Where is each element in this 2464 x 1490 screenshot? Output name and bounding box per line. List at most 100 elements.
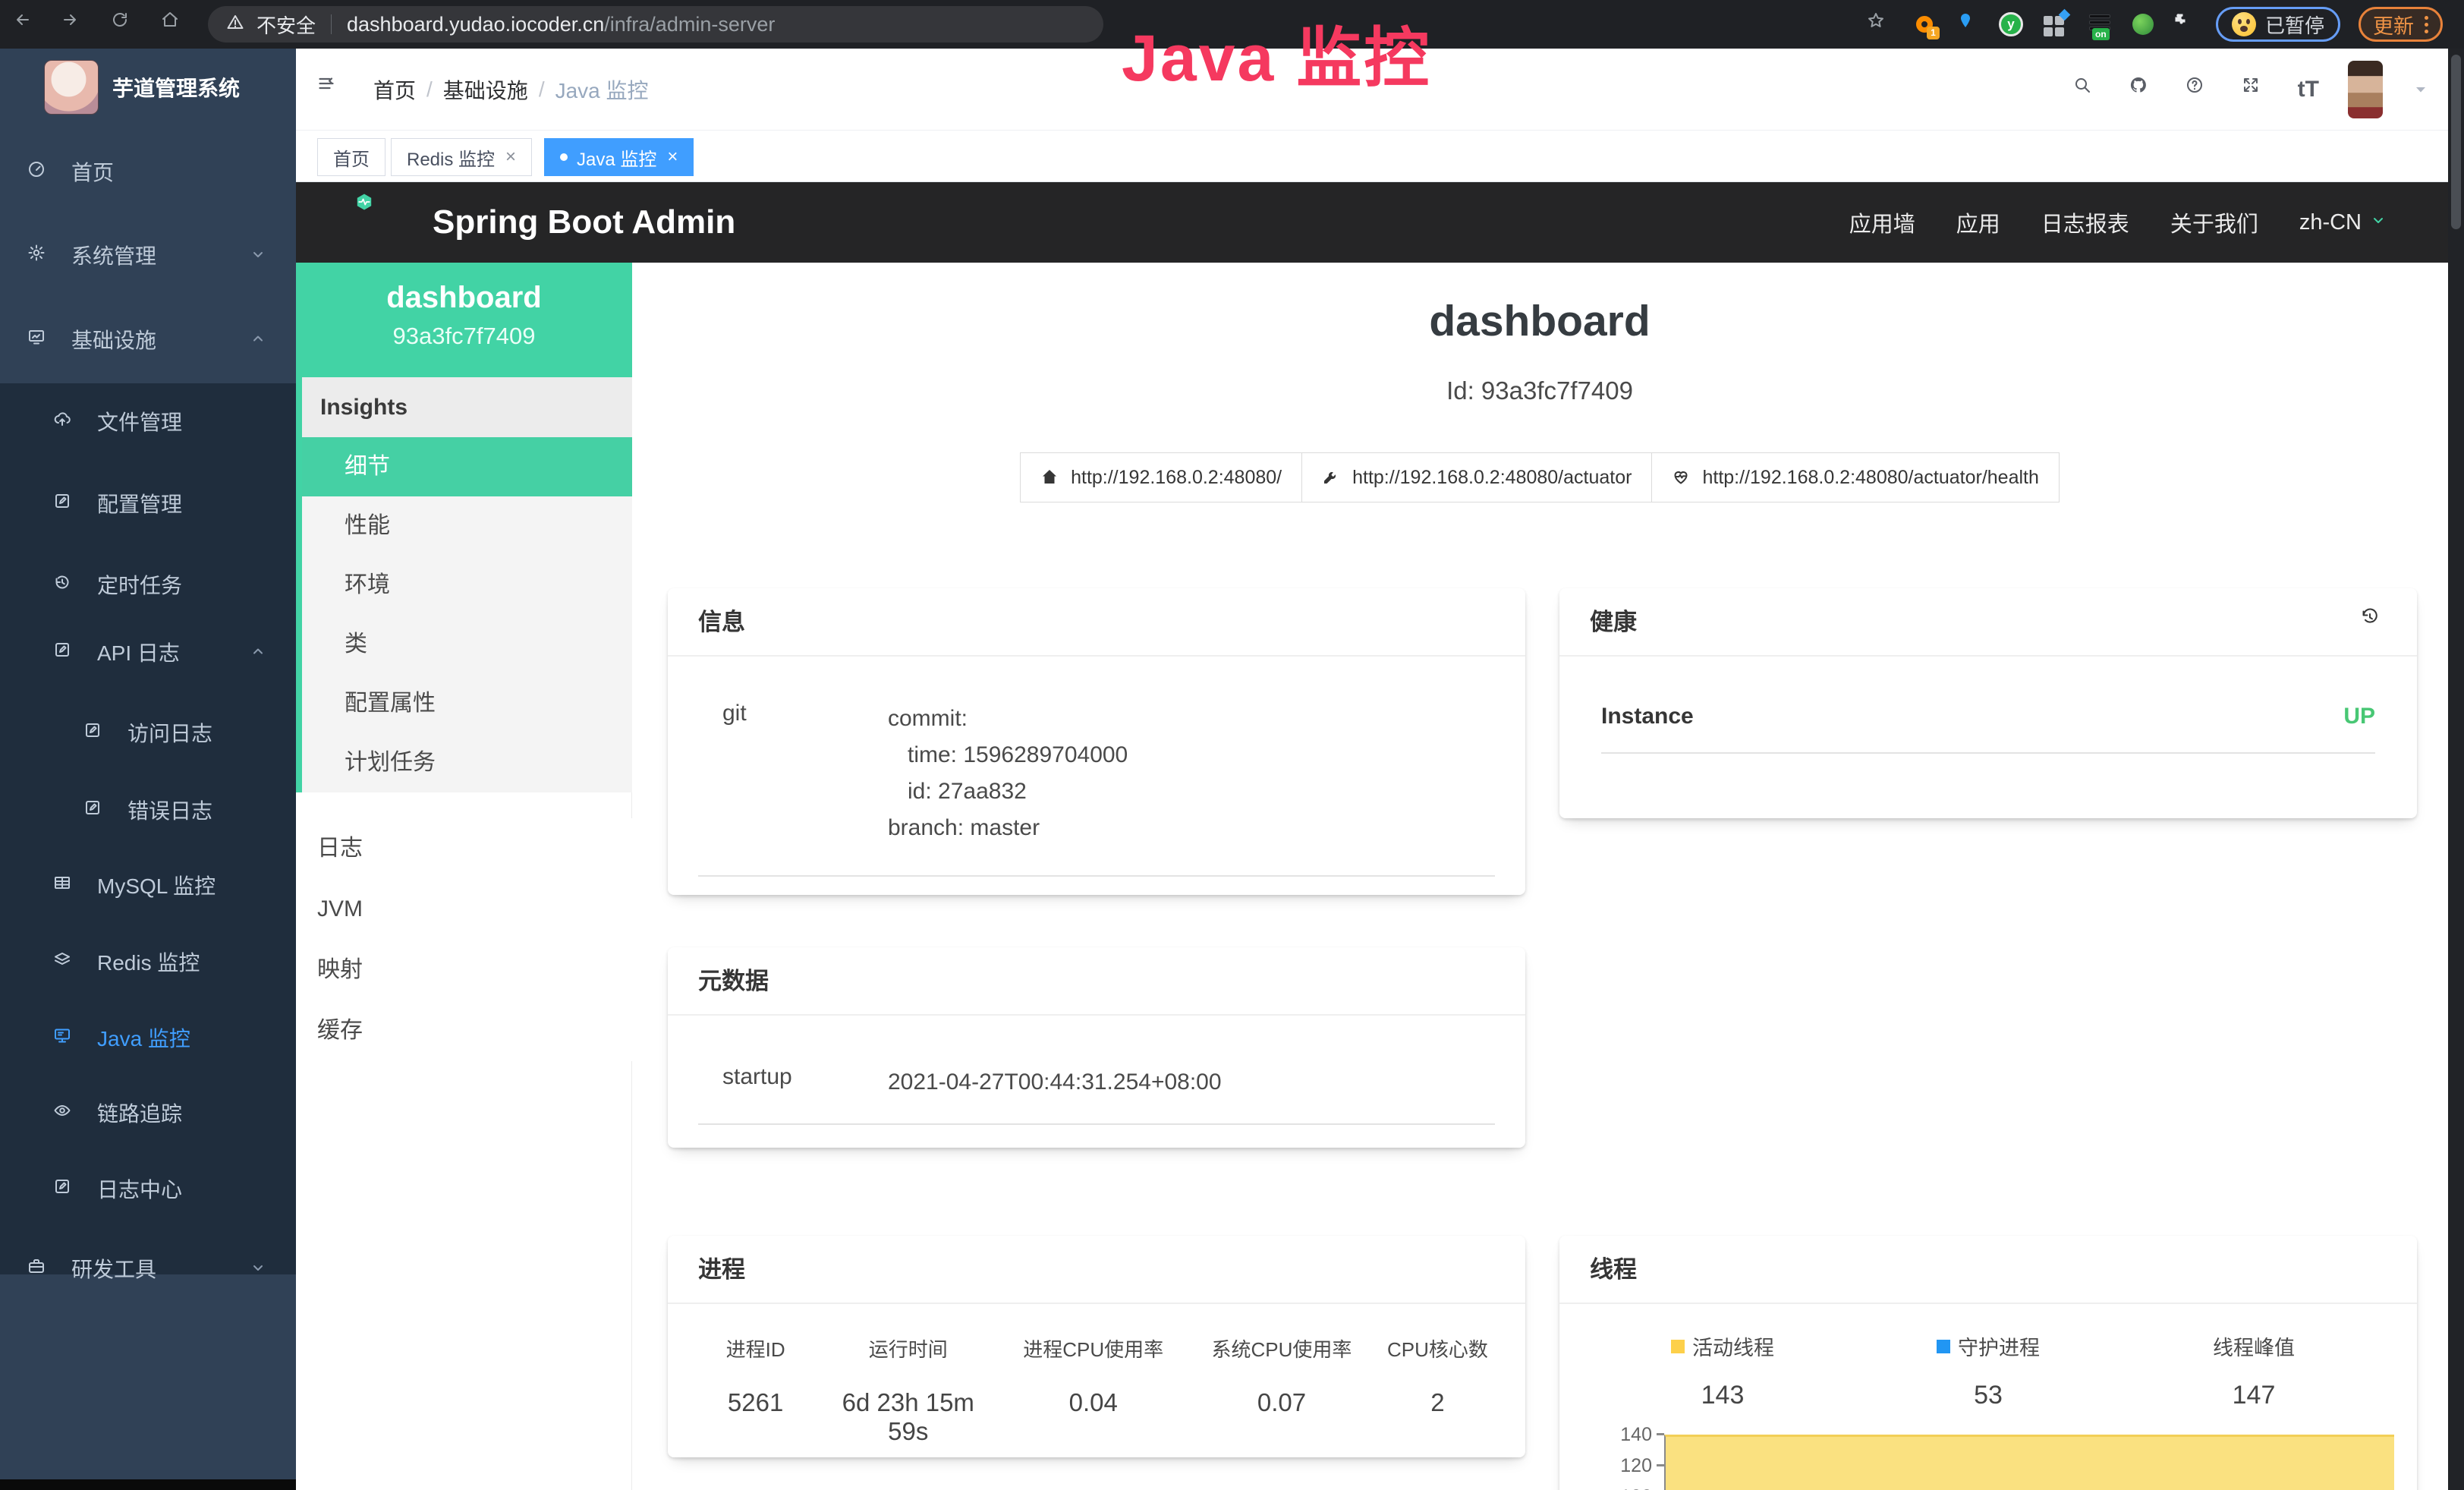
process-card: 进程 进程ID5261 运行时间6d 23h 15m 59s 进程CPU使用率0…: [668, 1236, 1525, 1457]
info-card: 信息 git commit: time: 1596289704000 id: 2…: [668, 588, 1525, 895]
chevron-down-icon: [249, 245, 269, 265]
browser-forward-icon[interactable]: [61, 11, 88, 38]
tab-java-monitor[interactable]: Java 监控 ×: [544, 138, 694, 176]
monitor-chart-icon: [27, 328, 50, 351]
browser-menu-icon[interactable]: [2425, 16, 2428, 33]
extensions-puzzle-icon[interactable]: [2172, 11, 2198, 37]
page-title: dashboard: [632, 296, 2447, 346]
process-pid: 5261: [691, 1388, 820, 1417]
instance-actuator-link[interactable]: http://192.168.0.2:48080/actuator: [1301, 452, 1652, 502]
health-history-icon[interactable]: [2361, 608, 2390, 637]
sidebar-item-trace[interactable]: 链路追踪: [0, 1092, 296, 1134]
tab-redis-monitor[interactable]: Redis 监控 ×: [391, 138, 532, 176]
sidebar-item-infrastructure[interactable]: 基础设施: [0, 318, 296, 361]
sba-nav-about[interactable]: 关于我们: [2170, 206, 2258, 238]
threads-card: 线程 活动线程 143 守护进程 53 线程峰值 147 140 120: [1559, 1236, 2417, 1490]
sidebar-item-system-mgmt[interactable]: 系统管理: [0, 234, 296, 276]
sidebar-item-java-monitor[interactable]: Java 监控: [0, 1016, 296, 1059]
sba-menu-scheduled-tasks[interactable]: 计划任务: [302, 733, 632, 792]
screenshot-root: 不安全 dashboard.yudao.iocoder.cn/infra/adm…: [0, 0, 2464, 1490]
instance-health-link[interactable]: http://192.168.0.2:48080/actuator/health: [1651, 452, 2059, 502]
sidebar-item-scheduled-tasks[interactable]: 定时任务: [0, 563, 296, 606]
browser-reload-icon[interactable]: [111, 11, 138, 38]
extension-orange-icon[interactable]: 1: [1911, 11, 1938, 38]
extension-grid-icon[interactable]: [2041, 11, 2069, 38]
sba-nav-applications[interactable]: 应用: [1956, 206, 2000, 238]
font-size-icon[interactable]: tT: [2298, 77, 2319, 102]
table-icon: [53, 874, 76, 896]
threads-chart-area: [1664, 1435, 2394, 1490]
sidebar-item-access-logs[interactable]: 访问日志: [0, 711, 296, 754]
sba-brand: Spring Boot Admin: [433, 182, 735, 263]
close-icon[interactable]: ×: [667, 146, 678, 168]
app-logo[interactable]: 芋道管理系统: [44, 60, 240, 115]
sba-menu-details[interactable]: 细节: [302, 437, 632, 496]
sba-locale-select[interactable]: zh-CN: [2299, 210, 2392, 235]
tab-home[interactable]: 首页: [317, 138, 385, 176]
extension-pin-icon[interactable]: [1956, 12, 1981, 36]
active-tab-dot: [560, 153, 568, 161]
sba-menu-environment[interactable]: 环境: [302, 556, 632, 615]
red-annotation: Java 监控: [1122, 5, 1431, 99]
emoji-face-icon: [2232, 12, 2256, 36]
log-edit-icon: [53, 641, 76, 663]
not-secure-warning-icon: [226, 13, 249, 36]
sba-instance-header[interactable]: dashboard 93a3fc7f7409: [296, 263, 632, 377]
extension-badge: 1: [1927, 27, 1940, 39]
sidebar-item-dev-tools[interactable]: 研发工具: [0, 1247, 296, 1290]
page-scrollbar[interactable]: [2448, 49, 2464, 1490]
instance-id-line: Id: 93a3fc7f7409: [632, 376, 2447, 405]
sidebar-item-home[interactable]: 首页: [0, 150, 296, 193]
sidebar-item-redis-monitor[interactable]: Redis 监控: [0, 940, 296, 983]
sidebar-item-log-center[interactable]: 日志中心: [0, 1167, 296, 1210]
process-uptime: 6d 23h 15m 59s: [820, 1388, 996, 1446]
bookmark-star-icon[interactable]: [1867, 11, 1893, 37]
tags-view: 首页 Redis 监控 × Java 监控 ×: [296, 131, 2464, 182]
sidebar-item-mysql-monitor[interactable]: MySQL 监控: [0, 864, 296, 906]
breadcrumb-home[interactable]: 首页: [373, 74, 416, 105]
chevron-down-icon: [2369, 211, 2392, 234]
close-icon[interactable]: ×: [505, 146, 516, 168]
extension-leaf-icon[interactable]: [2132, 14, 2154, 35]
health-card-title: 健康: [1590, 609, 1637, 635]
log-pen-icon: [53, 1177, 76, 1200]
user-avatar[interactable]: [2348, 61, 2383, 118]
extension-on-icon[interactable]: on: [2087, 11, 2114, 38]
access-log-icon: [83, 721, 106, 744]
metadata-card-title: 元数据: [668, 947, 1525, 1016]
toolbox-icon: [27, 1257, 50, 1280]
sba-menu-jvm[interactable]: JVM: [296, 879, 632, 940]
breadcrumb-infrastructure[interactable]: 基础设施: [443, 74, 528, 105]
instance-home-link[interactable]: http://192.168.0.2:48080/: [1020, 452, 1302, 502]
address-bar[interactable]: 不安全 dashboard.yudao.iocoder.cn/infra/adm…: [208, 6, 1103, 43]
fullscreen-icon[interactable]: [2242, 76, 2269, 103]
sba-menu-config-props[interactable]: 配置属性: [302, 674, 632, 733]
browser-home-icon[interactable]: [161, 11, 188, 38]
sba-menu-mappings[interactable]: 映射: [296, 940, 632, 1000]
scrollbar-thumb[interactable]: [2451, 55, 2461, 229]
sidebar-item-error-logs[interactable]: 错误日志: [0, 789, 296, 831]
avatar-caret-down-icon[interactable]: [2412, 80, 2430, 99]
paused-profile-badge[interactable]: 已暂停: [2216, 7, 2340, 42]
daemon-threads-swatch: [1937, 1340, 1950, 1353]
instance-name: dashboard: [296, 281, 632, 315]
sba-menu-metrics[interactable]: 性能: [302, 496, 632, 556]
sidebar-item-api-logs[interactable]: API 日志: [0, 631, 296, 673]
browser-back-icon[interactable]: [14, 11, 41, 38]
sidebar-item-file-mgmt[interactable]: 文件管理: [0, 400, 296, 443]
edit-icon: [53, 492, 76, 515]
sba-menu-logs[interactable]: 日志: [296, 818, 632, 879]
github-icon[interactable]: [2129, 76, 2157, 103]
sba-menu-classes[interactable]: 类: [302, 615, 632, 674]
sidebar-item-config-mgmt[interactable]: 配置管理: [0, 482, 296, 524]
help-icon[interactable]: [2186, 76, 2213, 103]
extension-y-icon[interactable]: y: [1999, 12, 2023, 36]
process-table: 进程ID5261 运行时间6d 23h 15m 59s 进程CPU使用率0.04…: [668, 1304, 1525, 1446]
sba-nav-journal[interactable]: 日志报表: [2041, 206, 2129, 238]
sba-menu-section-insights: Insights: [302, 377, 632, 437]
hamburger-icon[interactable]: [317, 74, 348, 105]
sba-nav-wallboard[interactable]: 应用墙: [1849, 206, 1915, 238]
chrome-update-button[interactable]: 更新: [2359, 7, 2443, 42]
sba-menu-caches[interactable]: 缓存: [296, 1000, 632, 1061]
search-icon[interactable]: [2073, 76, 2101, 103]
